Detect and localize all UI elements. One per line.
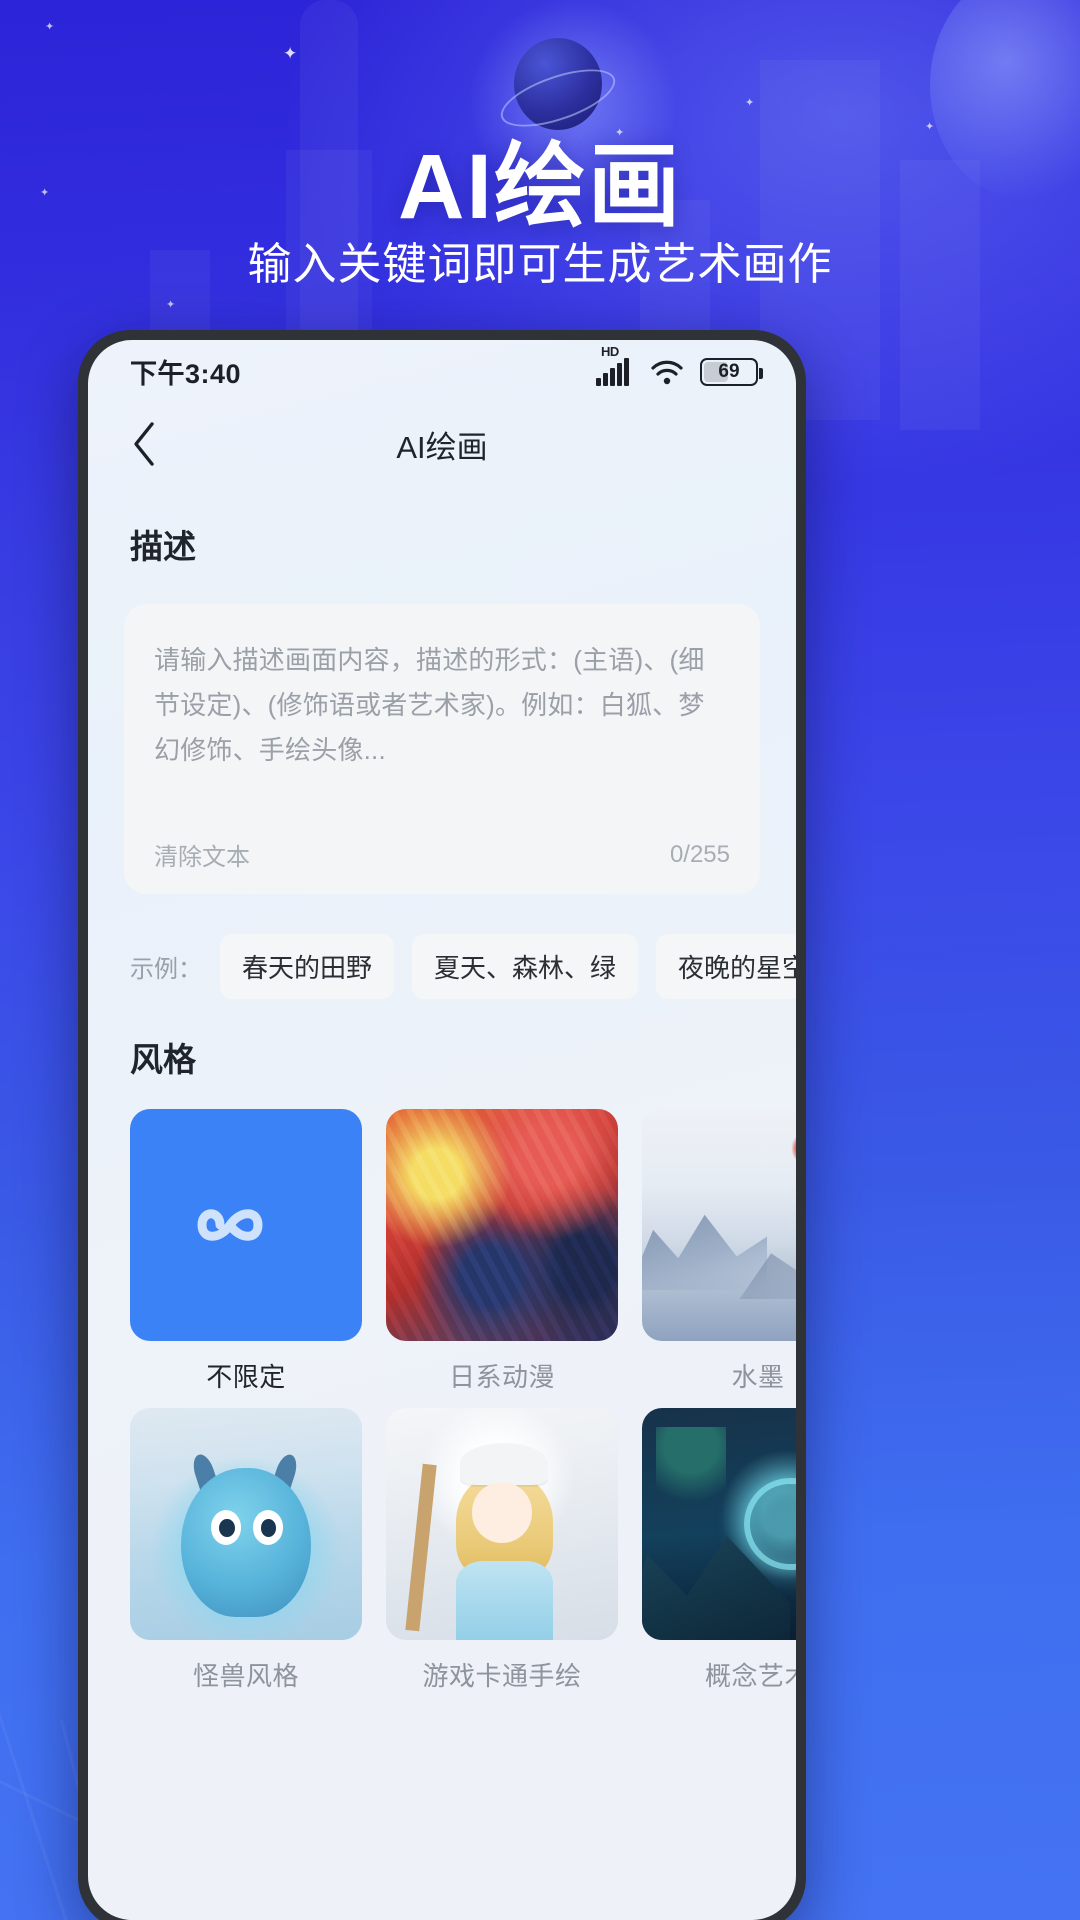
description-placeholder: 请输入描述画面内容，描述的形式：(主语)、(细节设定)、(修饰语或者艺术家)。例… (154, 645, 705, 765)
infinity-icon (197, 1209, 263, 1241)
promo-subtitle: 输入关键词即可生成艺术画作 (247, 240, 833, 289)
phone-frame: 下午3:40 HD 69 AI绘画 描述 请输入描述画面内容，描述的形式：(主语… (78, 330, 806, 1920)
hd-label: HD (601, 344, 619, 359)
star-icon: ✦ (166, 299, 176, 311)
style-label: 日系动漫 (448, 1362, 555, 1392)
style-thumbnail (386, 1408, 618, 1640)
battery-icon: 69 (700, 358, 763, 386)
status-icons: HD 69 (596, 344, 763, 386)
style-label: 不限定 (206, 1362, 286, 1392)
star-icon: ✦ (45, 21, 55, 33)
style-thumbnail (130, 1109, 362, 1341)
style-label: 游戏卡通手绘 (422, 1661, 582, 1691)
style-tile-cartoon[interactable]: 游戏卡通手绘 (386, 1408, 618, 1693)
style-label: 水墨 (731, 1362, 785, 1392)
example-chip[interactable]: 春天的田野 (220, 934, 395, 999)
style-thumbnail (130, 1408, 362, 1640)
nav-bar: AI绘画 (88, 402, 796, 486)
status-bar: 下午3:40 HD 69 (88, 340, 796, 402)
style-tile-concept[interactable]: 概念艺术 (642, 1408, 796, 1693)
clear-text-button[interactable]: 清除文本 (154, 837, 250, 872)
chevron-left-icon (134, 422, 154, 466)
style-tile-none[interactable]: 不限定 (130, 1109, 362, 1394)
promo-background: ✦ ✦ ✦ ✦ ✦ ✦ ✦ AI绘画 输入关键词即可生成艺术画作 下午3:40 … (0, 0, 1080, 1920)
phone-screen: 下午3:40 HD 69 AI绘画 描述 请输入描述画面内容，描述的形式：(主语… (88, 340, 796, 1920)
promo-title: AI绘画 (397, 136, 682, 238)
back-button[interactable] (116, 416, 172, 472)
description-input-card[interactable]: 请输入描述画面内容，描述的形式：(主语)、(细节设定)、(修饰语或者艺术家)。例… (124, 604, 760, 894)
star-icon: ✦ (745, 97, 755, 109)
style-label: 怪兽风格 (192, 1661, 299, 1691)
cellular-signal-icon: HD (596, 344, 634, 386)
example-chip[interactable]: 夜晚的星空 (656, 934, 796, 999)
description-section-title: 描述 (130, 528, 196, 565)
style-grid: 不限定 日系动漫 水墨 油画 (88, 1109, 796, 1693)
style-tile-anime[interactable]: 日系动漫 (386, 1109, 618, 1394)
examples-row[interactable]: 示例： 春天的田野 夏天、森林、绿 夜晚的星空 清晨的芦苇丛 (88, 934, 796, 999)
description-footer: 清除文本 0/255 (154, 837, 730, 872)
style-tile-monster[interactable]: 怪兽风格 (130, 1408, 362, 1693)
status-time: 下午3:40 (130, 358, 242, 389)
style-thumbnail (642, 1109, 796, 1341)
example-chip[interactable]: 夏天、森林、绿 (412, 934, 639, 999)
battery-level: 69 (718, 361, 740, 382)
character-counter: 0/255 (669, 840, 730, 868)
page-title: AI绘画 (396, 429, 488, 465)
wifi-icon (650, 358, 684, 386)
star-icon: ✦ (283, 44, 298, 63)
style-section-title: 风格 (130, 1041, 196, 1078)
style-tile-ink[interactable]: 水墨 (642, 1109, 796, 1394)
page-content: 描述 请输入描述画面内容，描述的形式：(主语)、(细节设定)、(修饰语或者艺术家… (88, 486, 796, 1693)
style-thumbnail (386, 1109, 618, 1341)
examples-label: 示例： (130, 956, 202, 983)
style-label: 概念艺术 (704, 1661, 796, 1691)
style-thumbnail (642, 1408, 796, 1640)
